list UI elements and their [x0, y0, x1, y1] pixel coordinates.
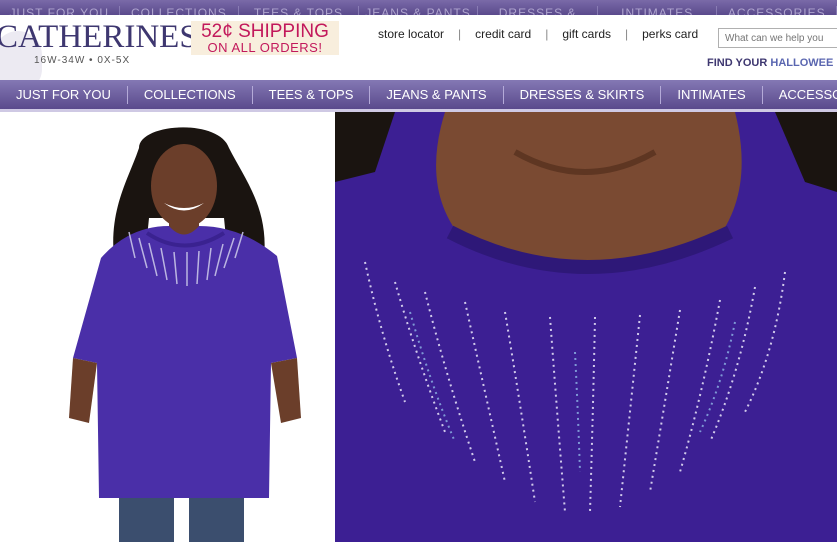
ghost-item: INTIMATES [598, 6, 718, 15]
ghost-item: COLLECTIONS [120, 6, 240, 15]
top-nav-ghost: JUST FOR YOU COLLECTIONS TEES & TOPS JEA… [0, 6, 837, 15]
ghost-item: DRESSES & SKIRTS [478, 6, 598, 15]
ghost-item: JUST FOR YOU [0, 6, 120, 15]
nav-item-collections[interactable]: COLLECTIONS [128, 85, 253, 104]
store-locator-link[interactable]: store locator [364, 27, 458, 41]
nav-item-intimates[interactable]: INTIMATES [661, 85, 763, 104]
size-tagline: 16W-34W • 0X-5X [34, 55, 131, 66]
gift-cards-link[interactable]: gift cards [548, 27, 625, 41]
ghost-item: TEES & TOPS [239, 6, 359, 15]
main-nav: JUST FOR YOU COLLECTIONS TEES & TOPS JEA… [0, 80, 837, 109]
utility-links: store locator | credit card | gift cards… [364, 27, 712, 41]
search-input[interactable] [718, 28, 837, 48]
ghost-item: JEANS & PANTS [359, 6, 479, 15]
product-zoom-photo [335, 112, 837, 542]
product-zoom-image[interactable] [335, 112, 837, 542]
top-nav-strip: JUST FOR YOU COLLECTIONS TEES & TOPS JEA… [0, 0, 837, 15]
shipping-promo-banner[interactable]: 52¢ SHIPPING ON ALL ORDERS! [191, 21, 339, 55]
nav-item-jeans-pants[interactable]: JEANS & PANTS [370, 85, 504, 104]
promo-line-1: 52¢ SHIPPING [201, 21, 329, 42]
perks-card-link[interactable]: perks card [628, 27, 712, 41]
find-your-highlight: HALLOWEE [770, 57, 834, 69]
nav-item-dresses-skirts[interactable]: DRESSES & SKIRTS [504, 85, 662, 104]
find-your-banner[interactable]: FIND YOUR HALLOWEE [707, 57, 833, 69]
nav-item-just-for-you[interactable]: JUST FOR YOU [0, 85, 128, 104]
nav-item-accessories[interactable]: ACCESSORIES [763, 86, 837, 104]
nav-item-tees-tops[interactable]: TEES & TOPS [253, 85, 371, 104]
site-logo[interactable]: CATHERINES [0, 18, 198, 56]
site-header: CATHERINES 16W-34W • 0X-5X 52¢ SHIPPING … [0, 15, 837, 93]
credit-card-link[interactable]: credit card [461, 27, 545, 41]
product-image[interactable] [29, 118, 335, 542]
promo-line-2: ON ALL ORDERS! [207, 40, 323, 55]
product-photo [29, 118, 335, 542]
find-your-prefix: FIND YOUR [707, 57, 768, 69]
ghost-item: ACCESSORIES [717, 6, 837, 15]
